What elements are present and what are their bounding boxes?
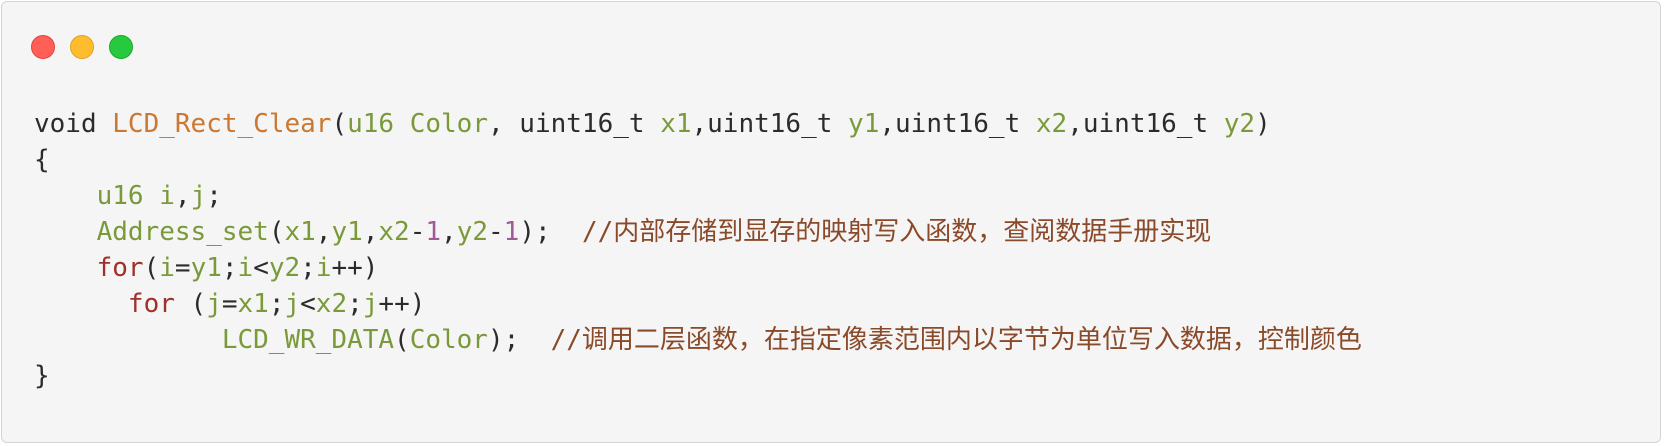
keyword-void: void xyxy=(34,109,97,139)
code-window: void LCD_Rect_Clear(u16 Color, uint16_t … xyxy=(1,1,1661,443)
minimize-icon[interactable] xyxy=(70,35,94,59)
operator: = xyxy=(221,289,238,319)
paren: ( xyxy=(394,325,410,355)
semicolon: ; xyxy=(268,289,285,319)
var-j: j xyxy=(206,289,222,319)
var-y1: y1 xyxy=(190,253,222,283)
operator: < xyxy=(300,289,316,319)
paren: ) xyxy=(1255,109,1271,139)
code-line-3: u16 i,j; xyxy=(34,178,1362,214)
paren: ( xyxy=(143,253,160,283)
open-brace: { xyxy=(34,145,50,175)
number-literal: 1 xyxy=(425,217,442,247)
semicolon: ; xyxy=(300,253,316,283)
var-i: i xyxy=(315,253,332,283)
var-i: i xyxy=(159,253,175,283)
minus: - xyxy=(409,217,426,247)
code-line-7: LCD_WR_DATA(Color); //调用二层函数，在指定像素范围内以字节… xyxy=(34,322,1362,358)
comma: , xyxy=(362,217,379,247)
arg-color: Color xyxy=(409,325,488,355)
semicolon: ; xyxy=(206,181,222,211)
code-line-8: } xyxy=(34,358,1362,394)
paren: ( xyxy=(174,289,207,319)
close-icon[interactable] xyxy=(31,35,55,59)
semicolon: ; xyxy=(221,253,238,283)
var-x1: x1 xyxy=(237,289,269,319)
statement-end: ); xyxy=(519,217,582,247)
param-separator: , uint16_t xyxy=(488,109,661,139)
paren: ( xyxy=(331,109,348,139)
comment: //调用二层函数，在指定像素范围内以字节为单位写入数据，控制颜色 xyxy=(550,325,1362,355)
param-separator: ,uint16_t xyxy=(1067,109,1224,139)
window-controls xyxy=(31,35,133,59)
var-j: j xyxy=(362,289,379,319)
maximize-icon[interactable] xyxy=(109,35,133,59)
var-x2: x2 xyxy=(315,289,348,319)
type-u16: u16 xyxy=(347,109,395,139)
keyword-for: for xyxy=(127,289,175,319)
close-brace: } xyxy=(34,361,50,391)
call-address-set: Address_set xyxy=(96,217,269,247)
paren: ( xyxy=(268,217,285,247)
param-separator: ,uint16_t xyxy=(879,109,1036,139)
operator: < xyxy=(253,253,269,283)
comment: //内部存储到显存的映射写入函数，查阅数据手册实现 xyxy=(581,217,1212,247)
increment: ++) xyxy=(378,289,426,319)
operator: = xyxy=(174,253,191,283)
arg-x1: x1 xyxy=(284,217,316,247)
var-y2: y2 xyxy=(268,253,301,283)
number-literal: 1 xyxy=(503,217,520,247)
code-line-2: { xyxy=(34,142,1362,178)
statement-end: ); xyxy=(487,325,551,355)
param-x1: x1 xyxy=(660,109,692,139)
arg-y1: y1 xyxy=(331,217,363,247)
param-x2: x2 xyxy=(1035,109,1068,139)
semicolon: ; xyxy=(347,289,363,319)
var-j: j xyxy=(190,181,207,211)
comma: , xyxy=(441,217,457,247)
param-separator: ,uint16_t xyxy=(691,109,849,139)
code-line-5: for(i=y1;i<y2;i++) xyxy=(34,250,1362,286)
var-j: j xyxy=(284,289,301,319)
code-block: void LCD_Rect_Clear(u16 Color, uint16_t … xyxy=(34,106,1362,394)
comma: , xyxy=(174,181,191,211)
code-line-1: void LCD_Rect_Clear(u16 Color, uint16_t … xyxy=(34,106,1362,142)
call-lcd-wr-data: LCD_WR_DATA xyxy=(221,325,395,355)
param-color: Color xyxy=(409,109,488,139)
code-line-4: Address_set(x1,y1,x2-1,y2-1); //内部存储到显存的… xyxy=(34,214,1362,250)
function-name: LCD_Rect_Clear xyxy=(112,109,332,139)
declaration: u16 i xyxy=(96,181,175,211)
comma: , xyxy=(315,217,332,247)
keyword-for: for xyxy=(96,253,144,283)
increment: ++) xyxy=(331,253,379,283)
minus: - xyxy=(488,217,504,247)
param-y2: y2 xyxy=(1223,109,1256,139)
arg-y2: y2 xyxy=(456,217,488,247)
code-line-6: for (j=x1;j<x2;j++) xyxy=(34,286,1362,322)
arg-x2: x2 xyxy=(378,217,410,247)
var-i: i xyxy=(237,253,254,283)
param-y1: y1 xyxy=(848,109,880,139)
